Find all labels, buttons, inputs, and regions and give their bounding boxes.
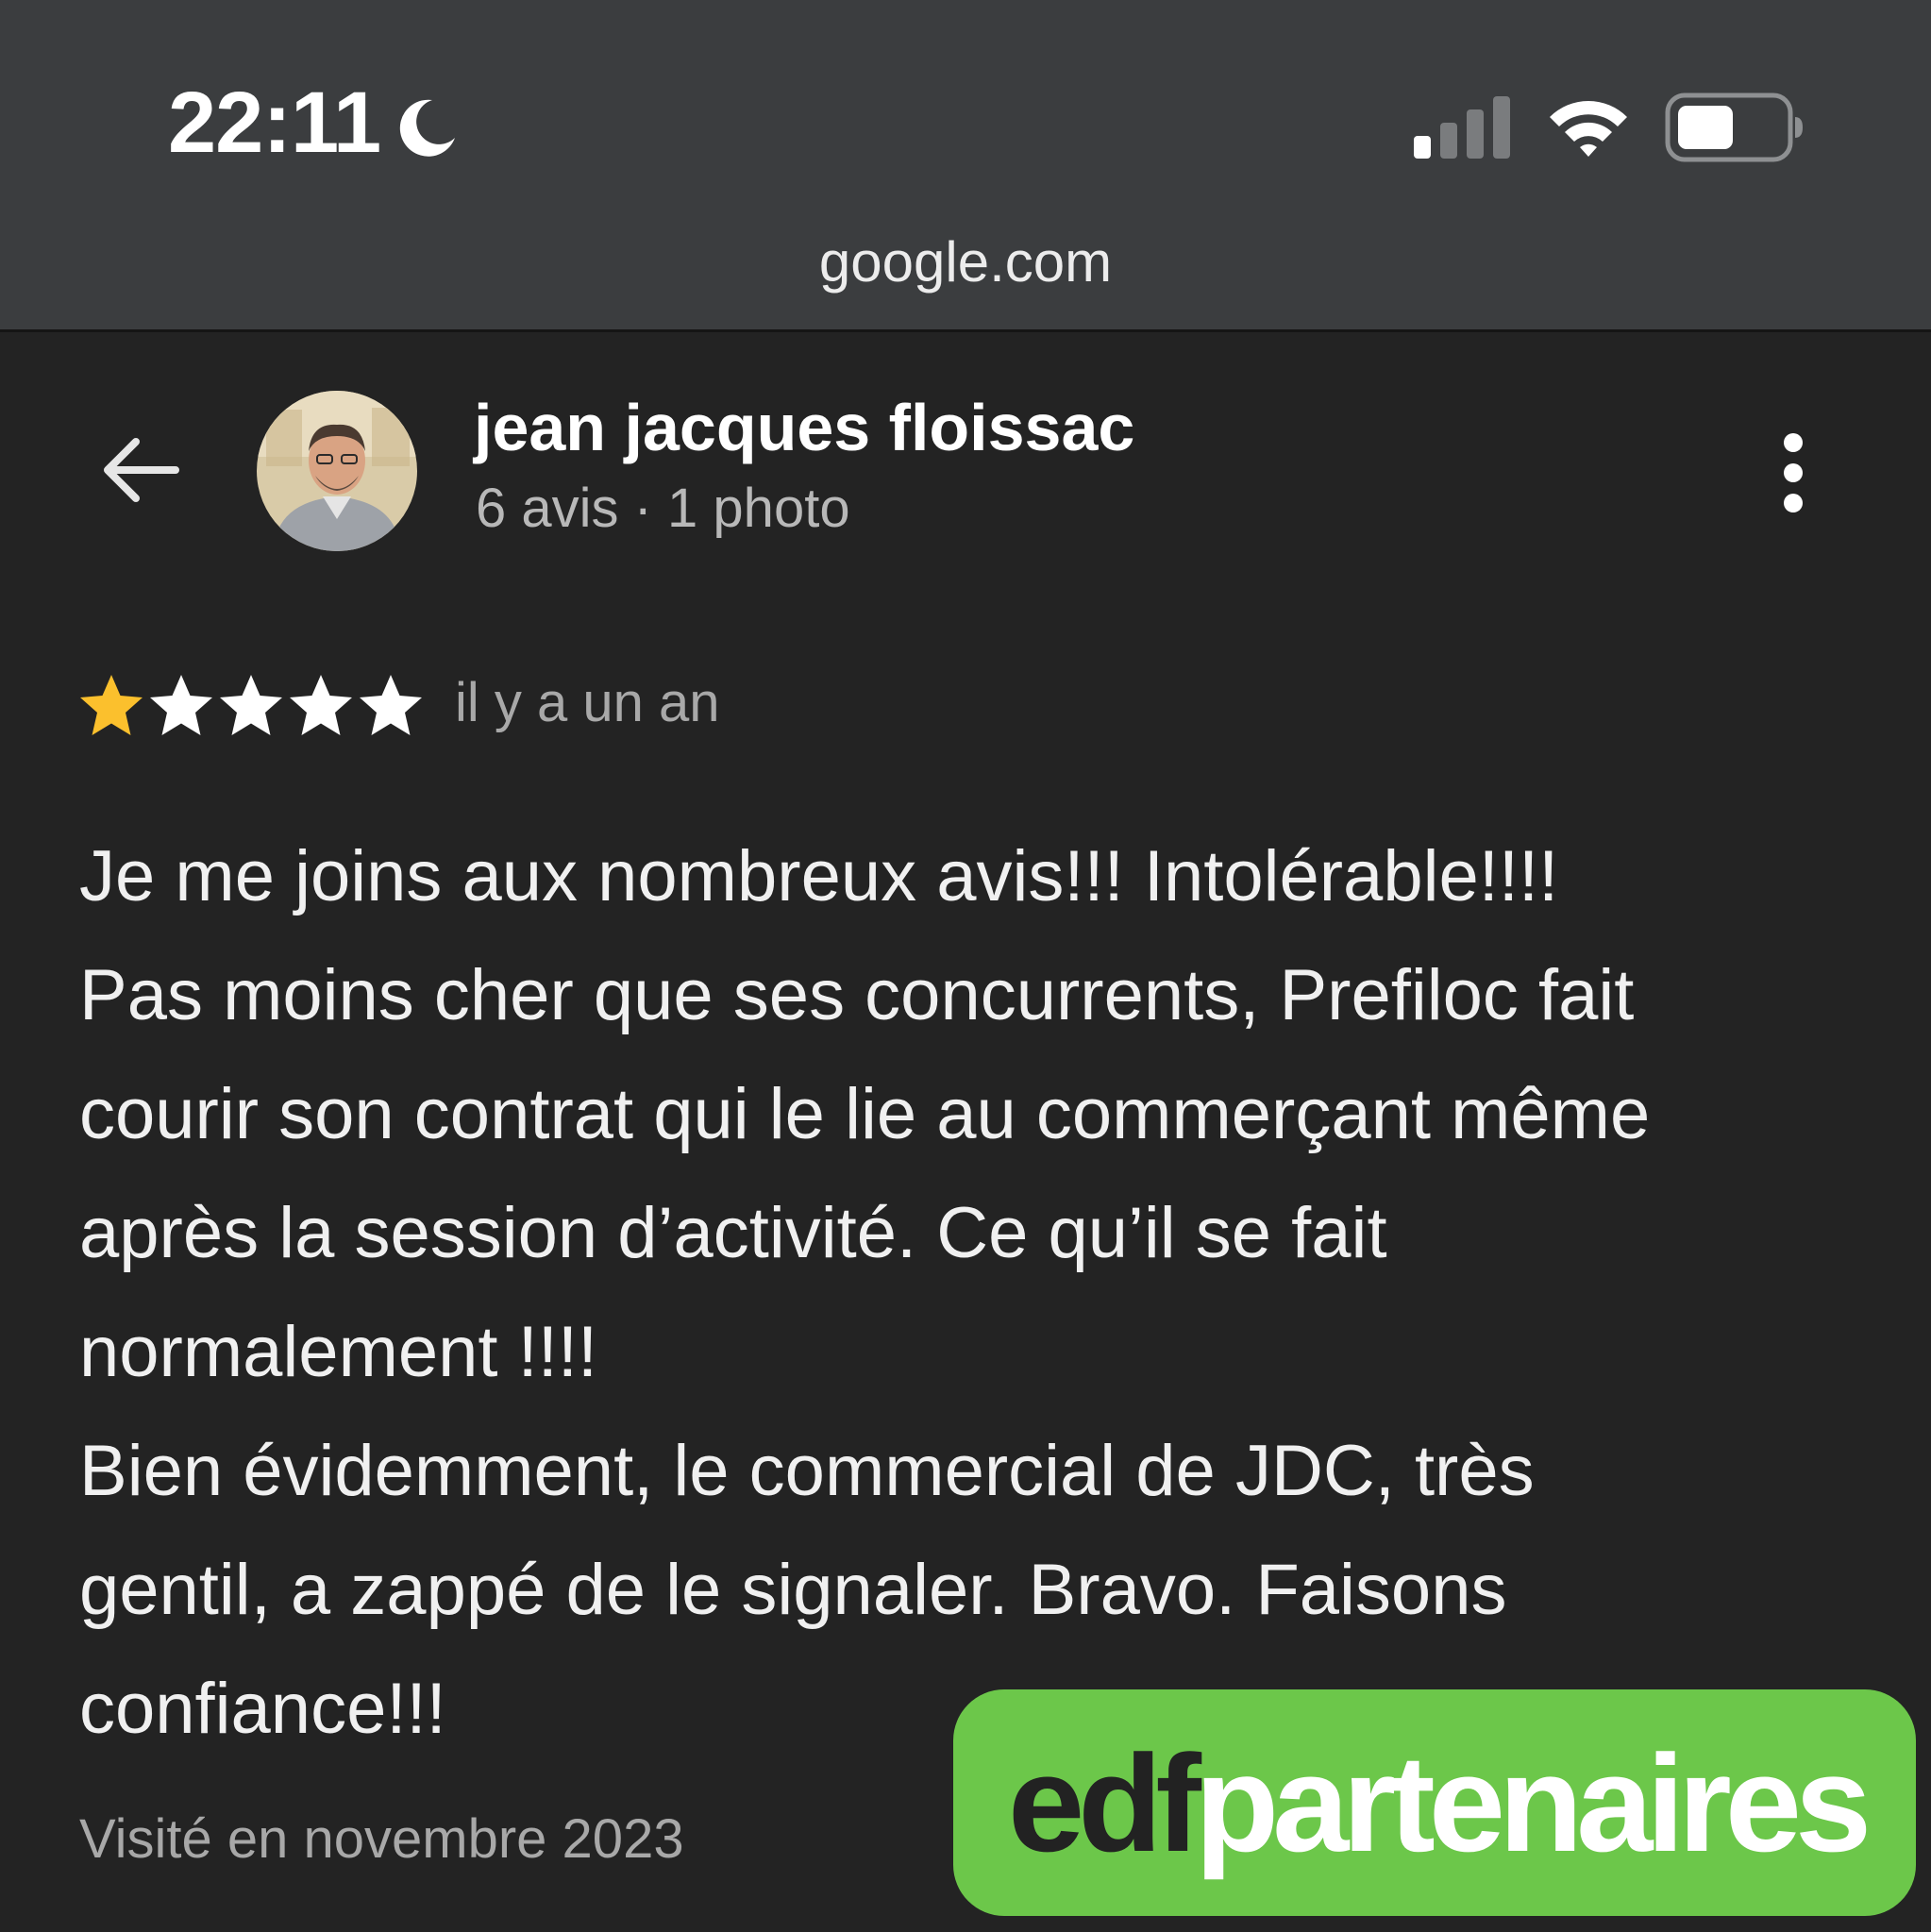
review-text: Je me joins aux nombreux avis!!! Intolér… (79, 817, 1891, 1769)
reviewer-stats: 6 avis · 1 photo (476, 478, 850, 539)
logo-text-partenaires: partenaires (1195, 1726, 1872, 1880)
back-arrow-icon[interactable] (94, 425, 185, 515)
moon-icon (399, 99, 455, 157)
review-line: normalement !!!! (79, 1312, 598, 1392)
logo-text: edfpartenaires (1008, 1735, 1872, 1873)
url-bar-text[interactable]: google.com (0, 234, 1931, 291)
status-time: 22:11 (168, 75, 381, 171)
battery-icon (1665, 92, 1803, 162)
star-empty-icon (220, 675, 282, 735)
review-line: Je me joins aux nombreux avis!!! Intolér… (79, 836, 1559, 916)
star-empty-icon (360, 675, 422, 735)
browser-chrome: 22:11 google.com (0, 0, 1931, 332)
star-empty-icon (150, 675, 212, 735)
star-rating (77, 672, 425, 740)
visit-date: Visité en novembre 2023 (79, 1808, 684, 1870)
review-line: après la session d’activité. Ce qu’il se… (79, 1193, 1387, 1273)
review-line: Bien évidemment, le commercial de JDC, t… (79, 1431, 1535, 1511)
review-line: gentil, a zappé de le signaler. Bravo. F… (79, 1550, 1507, 1630)
wifi-icon (1550, 101, 1627, 157)
avatar[interactable] (257, 391, 417, 551)
avatar-photo (257, 391, 417, 551)
review-line: Pas moins cher que ses concurrents, Pref… (79, 955, 1635, 1035)
star-empty-icon (290, 675, 352, 735)
reviewer-name[interactable]: jean jacques floissac (474, 395, 1134, 461)
more-vertical-icon[interactable] (1765, 430, 1822, 515)
review-date: il y a un an (455, 672, 720, 733)
cellular-signal-icon (1414, 96, 1510, 159)
star-filled-icon (80, 675, 143, 735)
review-line: courir son contrat qui le lie au commerç… (79, 1074, 1651, 1154)
review-page: 22:11 google.com jean jacques floissac 6… (0, 0, 1931, 1932)
edf-partenaires-logo: edfpartenaires (953, 1689, 1916, 1916)
logo-text-edf: edf (1008, 1726, 1201, 1880)
